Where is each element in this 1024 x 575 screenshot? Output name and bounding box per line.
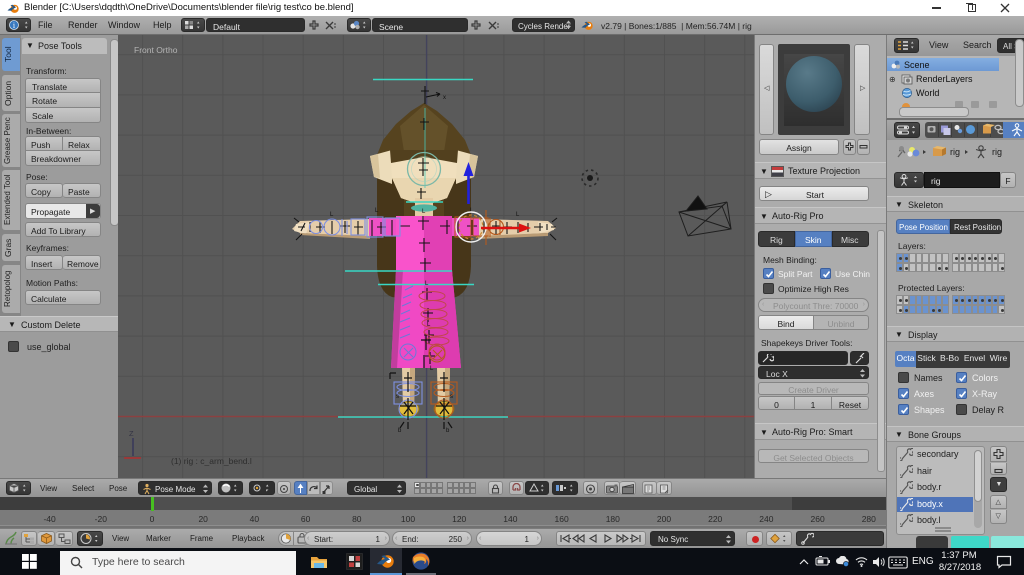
svg-text:b: b [446,428,450,434]
svg-text:x: x [443,95,446,101]
svg-text:Front Ortho: Front Ortho [134,45,178,55]
svg-text:(1) rig : c_arm_bend.l: (1) rig : c_arm_bend.l [171,456,252,466]
svg-text:Z: Z [129,429,134,438]
svg-text:s: s [396,394,399,400]
svg-text:s: s [450,394,453,400]
svg-text:b: b [398,428,402,434]
svg-text:rig: rig [992,147,1002,157]
svg-text:rig: rig [950,147,960,157]
svg-text:L: L [470,208,474,214]
